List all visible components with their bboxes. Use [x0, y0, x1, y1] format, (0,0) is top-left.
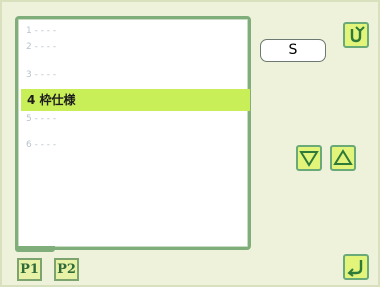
list-item-4-selected[interactable]: 4 枠仕様: [21, 89, 250, 111]
screen: 1 - - - - 2 - - - - 3 - - - - 4 枠仕様 5 - …: [0, 0, 380, 287]
value-display[interactable]: S: [260, 39, 326, 62]
triangle-up-icon: [333, 149, 353, 165]
move-up-button[interactable]: [330, 145, 356, 171]
rotate-back-icon: [350, 26, 365, 43]
list-item-3[interactable]: 3 - - - -: [24, 67, 242, 83]
return-enter-icon: [347, 260, 363, 277]
list-item-6[interactable]: 6 - - - -: [24, 137, 242, 153]
list-item-5[interactable]: 5 - - - -: [24, 111, 242, 127]
move-down-button[interactable]: [296, 145, 322, 171]
page-2-button[interactable]: P2: [54, 258, 79, 281]
rotate-back-button[interactable]: [343, 22, 369, 48]
active-page-indicator: [15, 246, 55, 252]
option-list: 1 - - - - 2 - - - - 3 - - - - 4 枠仕様 5 - …: [15, 16, 251, 250]
list-item-1[interactable]: 1 - - - -: [24, 23, 242, 39]
return-enter-button[interactable]: [343, 254, 369, 280]
triangle-down-icon: [299, 151, 319, 167]
list-item-2[interactable]: 2 - - - -: [24, 39, 242, 55]
page-1-button[interactable]: P1: [17, 258, 42, 281]
